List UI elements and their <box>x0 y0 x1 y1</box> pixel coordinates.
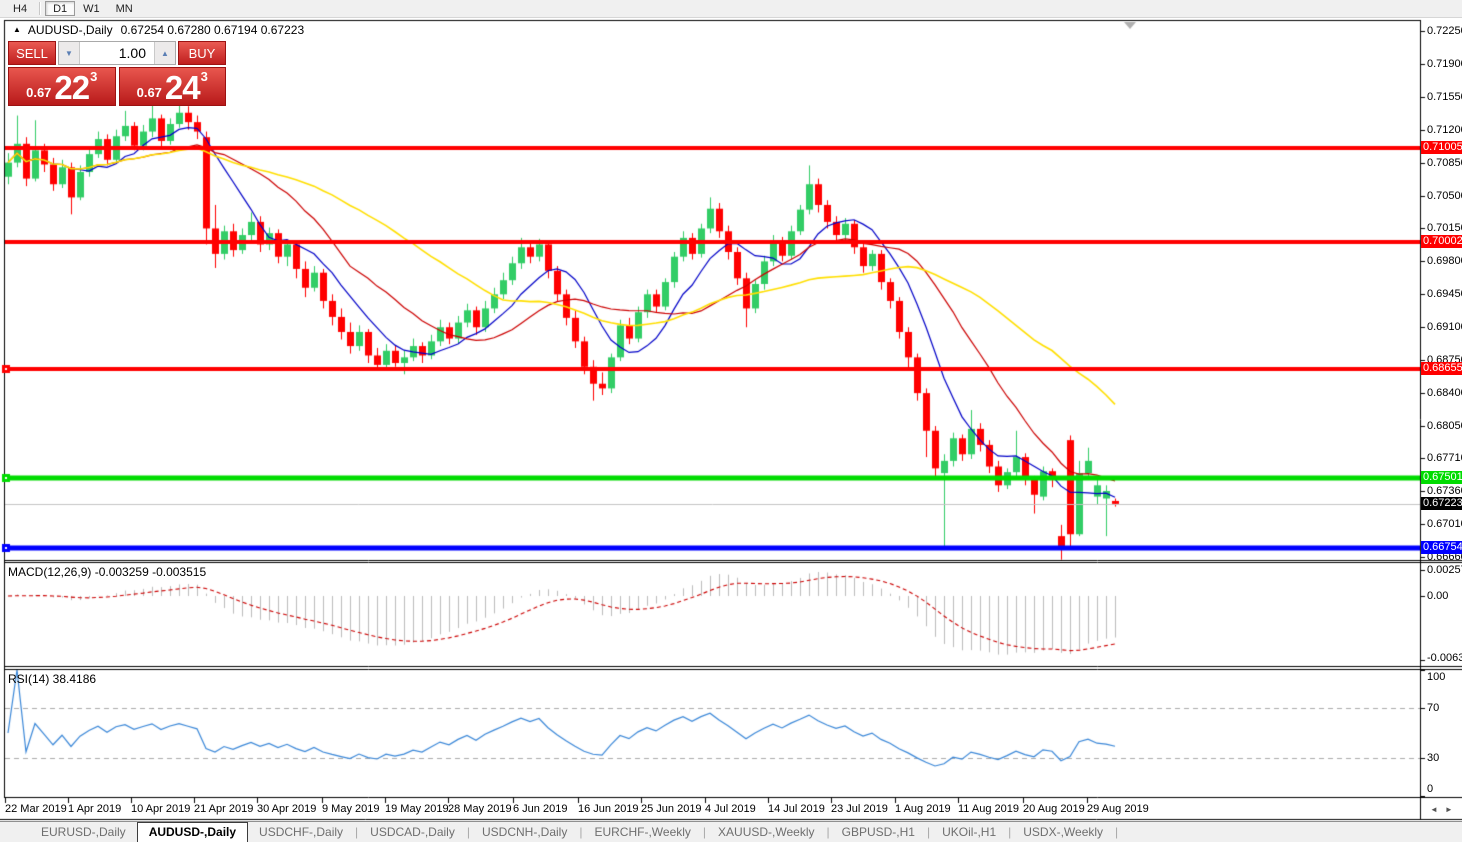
date-axis-label: 6 Jun 2019 <box>513 803 567 815</box>
volume-spinner: ▼ ▲ <box>58 41 176 65</box>
volume-decrease-button[interactable]: ▼ <box>59 42 80 64</box>
date-axis-label: 20 Aug 2019 <box>1023 803 1085 815</box>
macd-axis-label: -0.006326 <box>1427 652 1462 664</box>
tab-usdchf-daily[interactable]: USDCHF-,Daily <box>248 823 354 842</box>
macd-indicator-label: MACD(12,26,9) -0.003259 -0.003515 <box>8 565 206 579</box>
chart-symbol-label: AUDUSD-,Daily <box>28 23 113 37</box>
hline-price-tag: 0.68655 <box>1421 362 1462 375</box>
date-axis-label: 22 Mar 2019 <box>5 803 67 815</box>
volume-input[interactable] <box>80 42 154 64</box>
rsi-axis-label: 100 <box>1427 671 1445 683</box>
date-axis-label: 23 Jul 2019 <box>831 803 888 815</box>
tab-xauusd-weekly[interactable]: XAUUSD-,Weekly <box>707 823 825 842</box>
hline-price-tag: 0.71005 <box>1421 141 1462 154</box>
date-axis-label: 11 Aug 2019 <box>958 803 1019 815</box>
date-axis-label: 1 Aug 2019 <box>895 803 951 815</box>
tab-ukoil-h1[interactable]: UKOil-,H1 <box>931 823 1007 842</box>
buy-price-big: 24 <box>165 74 200 101</box>
sell-button[interactable]: SELL <box>8 41 56 65</box>
tab-usdcnh-daily[interactable]: USDCNH-,Daily <box>471 823 578 842</box>
price-axis-label: 0.67710 <box>1427 452 1462 464</box>
date-axis-label: 21 Apr 2019 <box>194 803 253 815</box>
date-axis-label: 19 May 2019 <box>385 803 449 815</box>
buy-button[interactable]: BUY <box>178 41 226 65</box>
chevron-down-icon: ▼ <box>65 49 73 58</box>
date-axis-label: 28 May 2019 <box>448 803 512 815</box>
date-axis-label: 29 Aug 2019 <box>1087 803 1149 815</box>
timeframe-button-h4[interactable]: H4 <box>5 1 35 16</box>
rsi-axis-label: 0 <box>1427 783 1433 795</box>
date-axis-label: 10 Apr 2019 <box>131 803 190 815</box>
scroll-arrows[interactable]: ◄► <box>1430 805 1460 814</box>
timeframe-button-w1[interactable]: W1 <box>75 1 108 16</box>
rsi-indicator-label: RSI(14) 38.4186 <box>8 672 96 686</box>
price-axis-label: 0.68400 <box>1427 387 1462 399</box>
timeframe-button-d1[interactable]: D1 <box>45 1 75 16</box>
price-axis-label: 0.69450 <box>1427 288 1462 300</box>
price-axis-label: 0.71550 <box>1427 91 1462 103</box>
tab-usdx-weekly[interactable]: USDX-,Weekly <box>1012 823 1114 842</box>
chart-ohlc-values: 0.67254 0.67280 0.67194 0.67223 <box>121 23 305 37</box>
date-axis-label: 14 Jul 2019 <box>768 803 825 815</box>
one-click-trade-panel: SELL ▼ ▲ BUY 0.67 22 3 0.67 24 3 <box>8 41 226 106</box>
date-axis-label: 16 Jun 2019 <box>578 803 639 815</box>
price-axis-label: 0.67360 <box>1427 485 1462 497</box>
volume-increase-button[interactable]: ▲ <box>154 42 175 64</box>
rsi-axis-label: 70 <box>1427 702 1439 714</box>
sell-price-prefix: 0.67 <box>26 84 51 101</box>
buy-quote-box[interactable]: 0.67 24 3 <box>119 67 227 106</box>
tab-separator: | <box>1114 825 1119 842</box>
sell-quote-box[interactable]: 0.67 22 3 <box>8 67 116 106</box>
date-axis-label: 4 Jul 2019 <box>705 803 756 815</box>
sell-price-big: 22 <box>54 74 89 101</box>
macd-axis-label: 0.00 <box>1427 590 1448 602</box>
price-axis-label: 0.72250 <box>1427 25 1462 37</box>
scroll-right-icon[interactable]: ► <box>1445 805 1460 814</box>
buy-price-pip: 3 <box>201 69 208 84</box>
toolbar-separator <box>39 2 41 15</box>
buy-price-prefix: 0.67 <box>137 84 162 101</box>
date-axis-label: 25 Jun 2019 <box>641 803 702 815</box>
date-axis-label: 1 Apr 2019 <box>68 803 121 815</box>
price-axis-label: 0.70850 <box>1427 157 1462 169</box>
chart-title: ▲ AUDUSD-,Daily 0.67254 0.67280 0.67194 0.… <box>13 23 304 37</box>
hline-price-tag: 0.67501 <box>1421 471 1462 484</box>
tab-eurusd-daily[interactable]: EURUSD-,Daily <box>30 823 137 842</box>
price-axis-label: 0.67010 <box>1427 518 1462 530</box>
price-axis-label: 0.71900 <box>1427 58 1462 70</box>
tab-gbpusd-h1[interactable]: GBPUSD-,H1 <box>831 823 926 842</box>
current-price-tag: 0.67223 <box>1421 497 1462 510</box>
collapse-triangle-icon[interactable]: ▲ <box>13 25 21 34</box>
rsi-axis-label: 30 <box>1427 752 1439 764</box>
tab-eurchf-weekly[interactable]: EURCHF-,Weekly <box>583 823 701 842</box>
hline-price-tag: 0.70002 <box>1421 235 1462 248</box>
price-axis-label: 0.69800 <box>1427 255 1462 267</box>
timeframe-button-mn[interactable]: MN <box>108 1 141 16</box>
macd-axis-label: 0.002574 <box>1427 564 1462 576</box>
price-axis-label: 0.71200 <box>1427 124 1462 136</box>
price-axis-label: 0.68050 <box>1427 420 1462 432</box>
price-axis-label: 0.70500 <box>1427 190 1462 202</box>
tab-audusd-daily[interactable]: AUDUSD-,Daily <box>137 822 248 842</box>
date-axis-label: 30 Apr 2019 <box>257 803 316 815</box>
chevron-up-icon: ▲ <box>161 49 169 58</box>
price-axis-label: 0.70150 <box>1427 222 1462 234</box>
symbol-tab-bar: EURUSD-,DailyAUDUSD-,DailyUSDCHF-,Daily |… <box>0 821 1462 842</box>
hline-price-tag: 0.66754 <box>1421 541 1462 554</box>
timeframe-toolbar: H4 D1W1MN <box>0 0 1462 18</box>
date-axis-label: 9 May 2019 <box>322 803 379 815</box>
tab-usdcad-daily[interactable]: USDCAD-,Daily <box>359 823 466 842</box>
sell-price-pip: 3 <box>90 69 97 84</box>
chart-canvas[interactable] <box>0 0 1462 842</box>
price-axis-label: 0.69100 <box>1427 321 1462 333</box>
scroll-left-icon[interactable]: ◄ <box>1430 805 1445 814</box>
